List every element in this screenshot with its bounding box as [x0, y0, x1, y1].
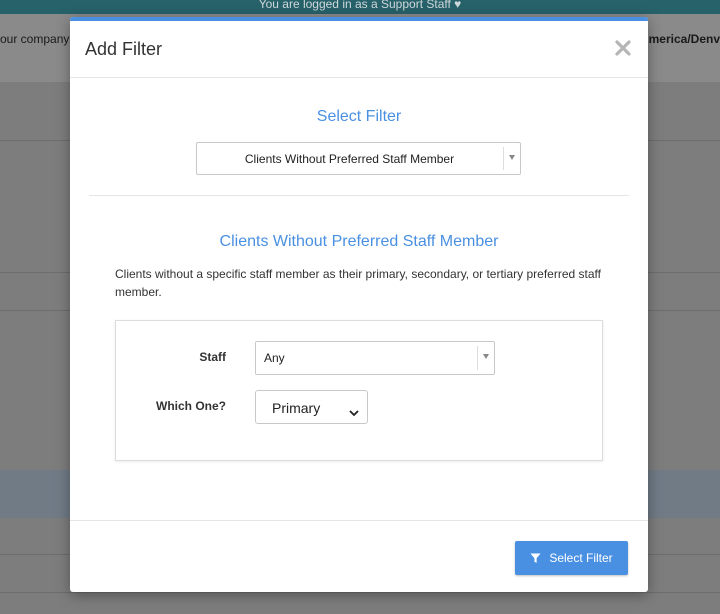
filter-options-panel: Staff Any Which One? Primary — [115, 320, 603, 461]
which-one-value: Primary — [272, 400, 321, 416]
staff-label: Staff — [199, 350, 226, 364]
select-filter-button[interactable]: Select Filter — [515, 541, 628, 575]
filter-type-select[interactable]: Clients Without Preferred Staff Member — [196, 142, 521, 175]
staff-select-value: Any — [264, 351, 285, 365]
filter-section-title: Clients Without Preferred Staff Member — [219, 233, 499, 250]
background-company-text: our company — [0, 32, 70, 46]
chevron-down-icon — [349, 404, 359, 422]
modal-header: Add Filter — [70, 21, 648, 78]
filter-description: Clients without a specific staff member … — [115, 267, 601, 299]
which-one-select[interactable]: Primary — [255, 390, 368, 424]
which-one-label: Which One? — [156, 399, 226, 413]
close-icon[interactable] — [614, 39, 632, 57]
modal-body: Select Filter Clients Without Preferred … — [70, 78, 648, 520]
staff-select[interactable]: Any — [255, 341, 495, 375]
select-filter-button-label: Select Filter — [549, 551, 613, 565]
divider — [89, 195, 629, 196]
add-filter-modal: Add Filter Select Filter Clients Without… — [70, 17, 648, 592]
dropdown-arrow-icon — [503, 147, 520, 170]
background-divider — [0, 592, 720, 593]
dropdown-arrow-icon — [477, 346, 494, 370]
filter-type-value: Clients Without Preferred Staff Member — [244, 152, 455, 166]
modal-title: Add Filter — [85, 39, 163, 59]
background-timezone-text: America/Denv — [639, 32, 720, 46]
support-staff-banner: You are logged in as a Support Staff ♥ — [0, 0, 720, 14]
select-filter-heading: Select Filter — [316, 108, 402, 125]
filter-icon — [530, 553, 541, 564]
modal-footer: Select Filter — [70, 520, 648, 592]
